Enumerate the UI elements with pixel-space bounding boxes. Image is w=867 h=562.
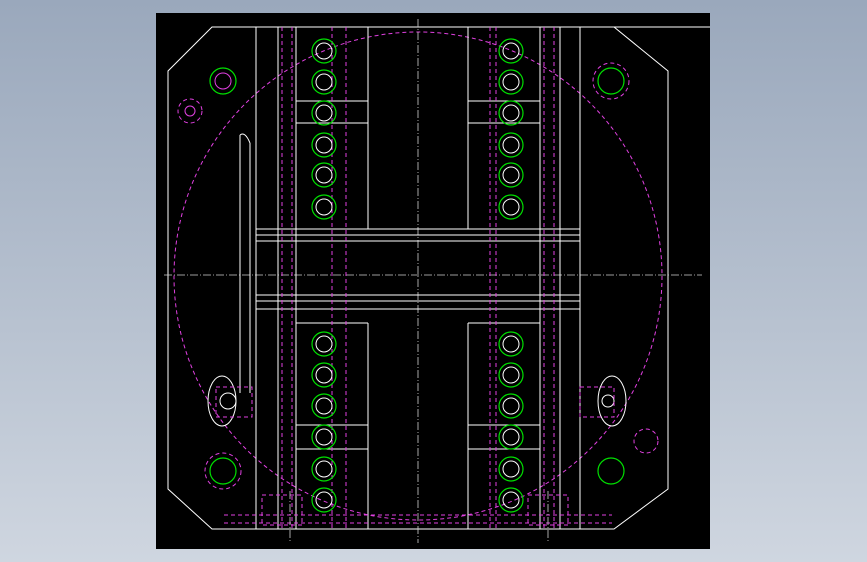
bolt-hole-0-9 (315, 428, 333, 446)
bolt-hole-0-8 (315, 397, 333, 415)
bolt-hole-1-9 (502, 428, 520, 446)
left-slot (239, 133, 251, 393)
bolt-hole-1-7 (502, 366, 520, 384)
bolt-hole-1-3 (502, 136, 520, 154)
plate-outline (167, 26, 710, 530)
bolt-hole-1-8 (502, 397, 520, 415)
right-boss (579, 375, 627, 427)
bolt-hole-0-10 (315, 460, 333, 478)
bolt-columns (311, 38, 524, 513)
bolt-hole-1-2 (502, 104, 520, 122)
bolt-hole-0-4 (315, 166, 333, 184)
bolt-hole-0-5 (315, 198, 333, 216)
bolt-hole-1-6 (502, 335, 520, 353)
cad-drawing (164, 19, 710, 543)
bolt-hole-0-7 (315, 366, 333, 384)
bolt-hole-0-2 (315, 104, 333, 122)
left-boss (207, 375, 253, 427)
bolt-hole-0-3 (315, 136, 333, 154)
cad-viewport[interactable] (156, 13, 710, 549)
bolt-hole-1-4 (502, 166, 520, 184)
bolt-hole-1-11 (502, 491, 520, 509)
bolt-hole-0-1 (315, 73, 333, 91)
bolt-hole-0-6 (315, 335, 333, 353)
bolt-hole-0-11 (315, 491, 333, 509)
bolt-hole-1-0 (502, 42, 520, 60)
bolt-hole-1-10 (502, 460, 520, 478)
bolt-hole-1-5 (502, 198, 520, 216)
bolt-hole-1-1 (502, 73, 520, 91)
bottom-fixtures (261, 491, 569, 543)
